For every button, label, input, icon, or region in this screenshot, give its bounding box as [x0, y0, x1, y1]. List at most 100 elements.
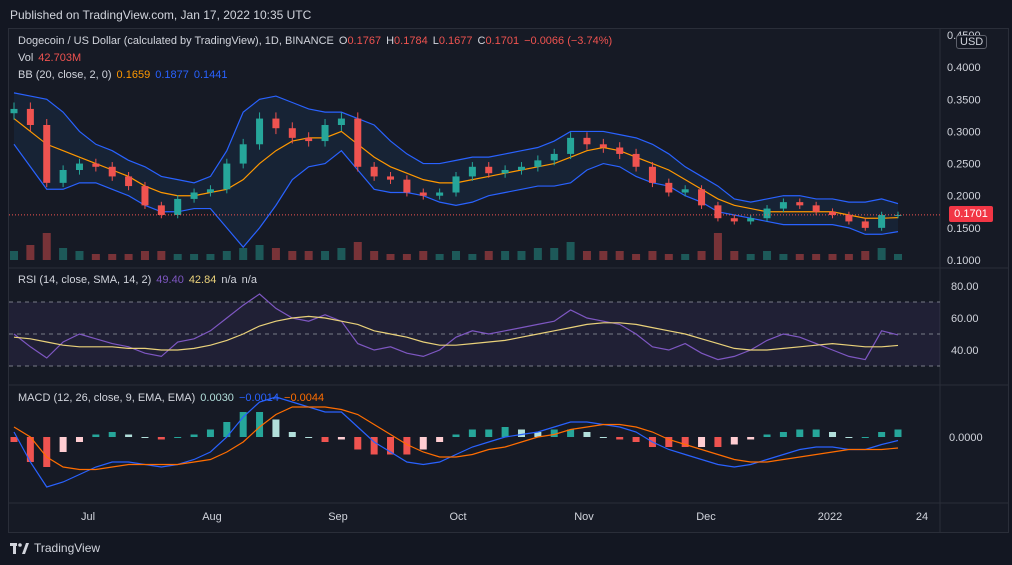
- volume-legend: Vol 42.703M: [18, 52, 86, 64]
- main-legend: Dogecoin / US Dollar (calculated by Trad…: [18, 35, 617, 47]
- candle-body: [779, 202, 787, 209]
- volume-bar: [844, 254, 853, 260]
- candle-body: [403, 179, 411, 193]
- candle-body: [387, 176, 395, 180]
- rsi-na-1: n/a: [221, 274, 237, 286]
- macd-histogram-bar: [861, 437, 869, 438]
- volume-bar: [255, 245, 264, 260]
- volume-bar: [353, 242, 362, 260]
- volume-bar: [271, 248, 280, 260]
- chart-screenshot: Published on TradingView.com, Jan 17, 20…: [0, 0, 1012, 565]
- volume-bar: [877, 248, 886, 260]
- macd-histogram-bar: [468, 429, 476, 437]
- volume-bar: [337, 248, 346, 260]
- price-tick-label: 0.4000: [947, 62, 981, 74]
- candle-body: [861, 221, 869, 228]
- rsi-legend: RSI (14, close, SMA, 14, 2) 49.40 42.84 n/a…: [18, 274, 262, 286]
- candle-body: [845, 215, 853, 222]
- macd-label: MACD (12, 26, close, 9, EMA, EMA): [18, 392, 196, 404]
- macd-histogram-bar: [10, 437, 18, 442]
- symbol-title: Dogecoin / US Dollar (calculated by Trad…: [18, 35, 334, 47]
- candle-body: [59, 170, 67, 183]
- volume-bar: [304, 251, 313, 260]
- close-value: 0.1701: [485, 35, 520, 47]
- bottom-bar: [0, 533, 1012, 565]
- price-tick-label: 0.3500: [947, 94, 981, 106]
- candle-body: [583, 137, 591, 145]
- macd-histogram-bar: [779, 432, 787, 437]
- candle-body: [239, 144, 247, 164]
- time-tick-label: 24: [916, 511, 928, 523]
- volume-bar: [157, 251, 166, 260]
- candle-body: [223, 163, 231, 190]
- volume-bar: [59, 248, 68, 260]
- candle-body: [354, 118, 362, 167]
- candle-body: [157, 205, 165, 215]
- time-tick-label: Sep: [328, 511, 348, 523]
- macd-histogram-bar: [763, 434, 771, 437]
- candle-body: [599, 144, 607, 148]
- candle-body: [337, 118, 345, 125]
- macd-histogram-bar: [714, 437, 722, 447]
- volume-bar: [697, 251, 706, 260]
- macd-legend: MACD (12, 26, close, 9, EMA, EMA) 0.0030−…: [18, 392, 329, 404]
- candle-body: [436, 192, 444, 196]
- volume-bar: [386, 254, 395, 260]
- volume-bar: [288, 251, 297, 260]
- bb-background: [14, 92, 898, 248]
- candle-body: [501, 170, 509, 174]
- macd-histogram-bar: [354, 437, 362, 450]
- candle-body: [190, 192, 198, 199]
- macd-histogram-bar: [141, 437, 149, 438]
- candle-body: [730, 218, 738, 222]
- rsi-ma-value: 42.84: [188, 274, 217, 286]
- volume-bar: [517, 251, 526, 260]
- macd-histogram-bar: [878, 432, 886, 437]
- macd-histogram-bar: [321, 437, 329, 442]
- high-label: H: [386, 35, 395, 47]
- candle-body: [567, 137, 575, 154]
- volume-bar: [779, 254, 788, 260]
- candle-body: [288, 128, 296, 138]
- time-tick-label: Dec: [696, 511, 716, 523]
- macd-histogram-bar: [747, 437, 755, 440]
- macd-histogram-bar: [452, 434, 460, 437]
- volume-bar: [91, 254, 100, 260]
- volume-bar: [599, 251, 608, 260]
- volume-bar: [648, 251, 657, 260]
- macd-histogram-bar: [829, 432, 837, 437]
- macd-histogram-bar: [583, 432, 591, 437]
- rsi-tick-label: 40.00: [951, 345, 979, 357]
- volume-bar: [468, 254, 477, 260]
- volume-bar: [108, 254, 117, 260]
- macd-histogram-bar: [239, 412, 247, 437]
- rsi-tick-label: 60.00: [951, 313, 979, 325]
- currency-button[interactable]: USD: [956, 35, 988, 49]
- macd-line: [13, 396, 899, 488]
- rsi-na-2: n/a: [241, 274, 257, 286]
- high-value: 0.1784: [394, 35, 428, 47]
- candle-body: [108, 166, 116, 177]
- candle-body: [141, 186, 149, 206]
- bb-upper-value: 0.1877: [155, 69, 189, 81]
- rsi-tick-label: 80.00: [951, 281, 979, 293]
- macd-histogram-bar: [812, 429, 820, 437]
- volume-bar: [222, 251, 231, 260]
- volume-bar: [828, 254, 837, 260]
- volume-value: 42.703M: [38, 52, 82, 64]
- macd-histogram-bar: [845, 437, 853, 438]
- low-label: L: [432, 35, 439, 47]
- macd-histogram-bar: [190, 434, 198, 437]
- volume-bar: [763, 251, 772, 260]
- candle-body: [681, 189, 689, 193]
- open-value: 0.1767: [347, 35, 382, 47]
- macd-histogram-bar: [305, 437, 313, 438]
- candle-body: [125, 176, 133, 187]
- macd-histogram-bar: [337, 437, 345, 440]
- candle-body: [763, 208, 771, 219]
- volume-bar: [582, 251, 591, 260]
- low-value: 0.1677: [438, 35, 473, 47]
- macd-histogram-bar: [419, 437, 427, 450]
- candle-body: [206, 189, 214, 193]
- candle-body: [714, 205, 722, 219]
